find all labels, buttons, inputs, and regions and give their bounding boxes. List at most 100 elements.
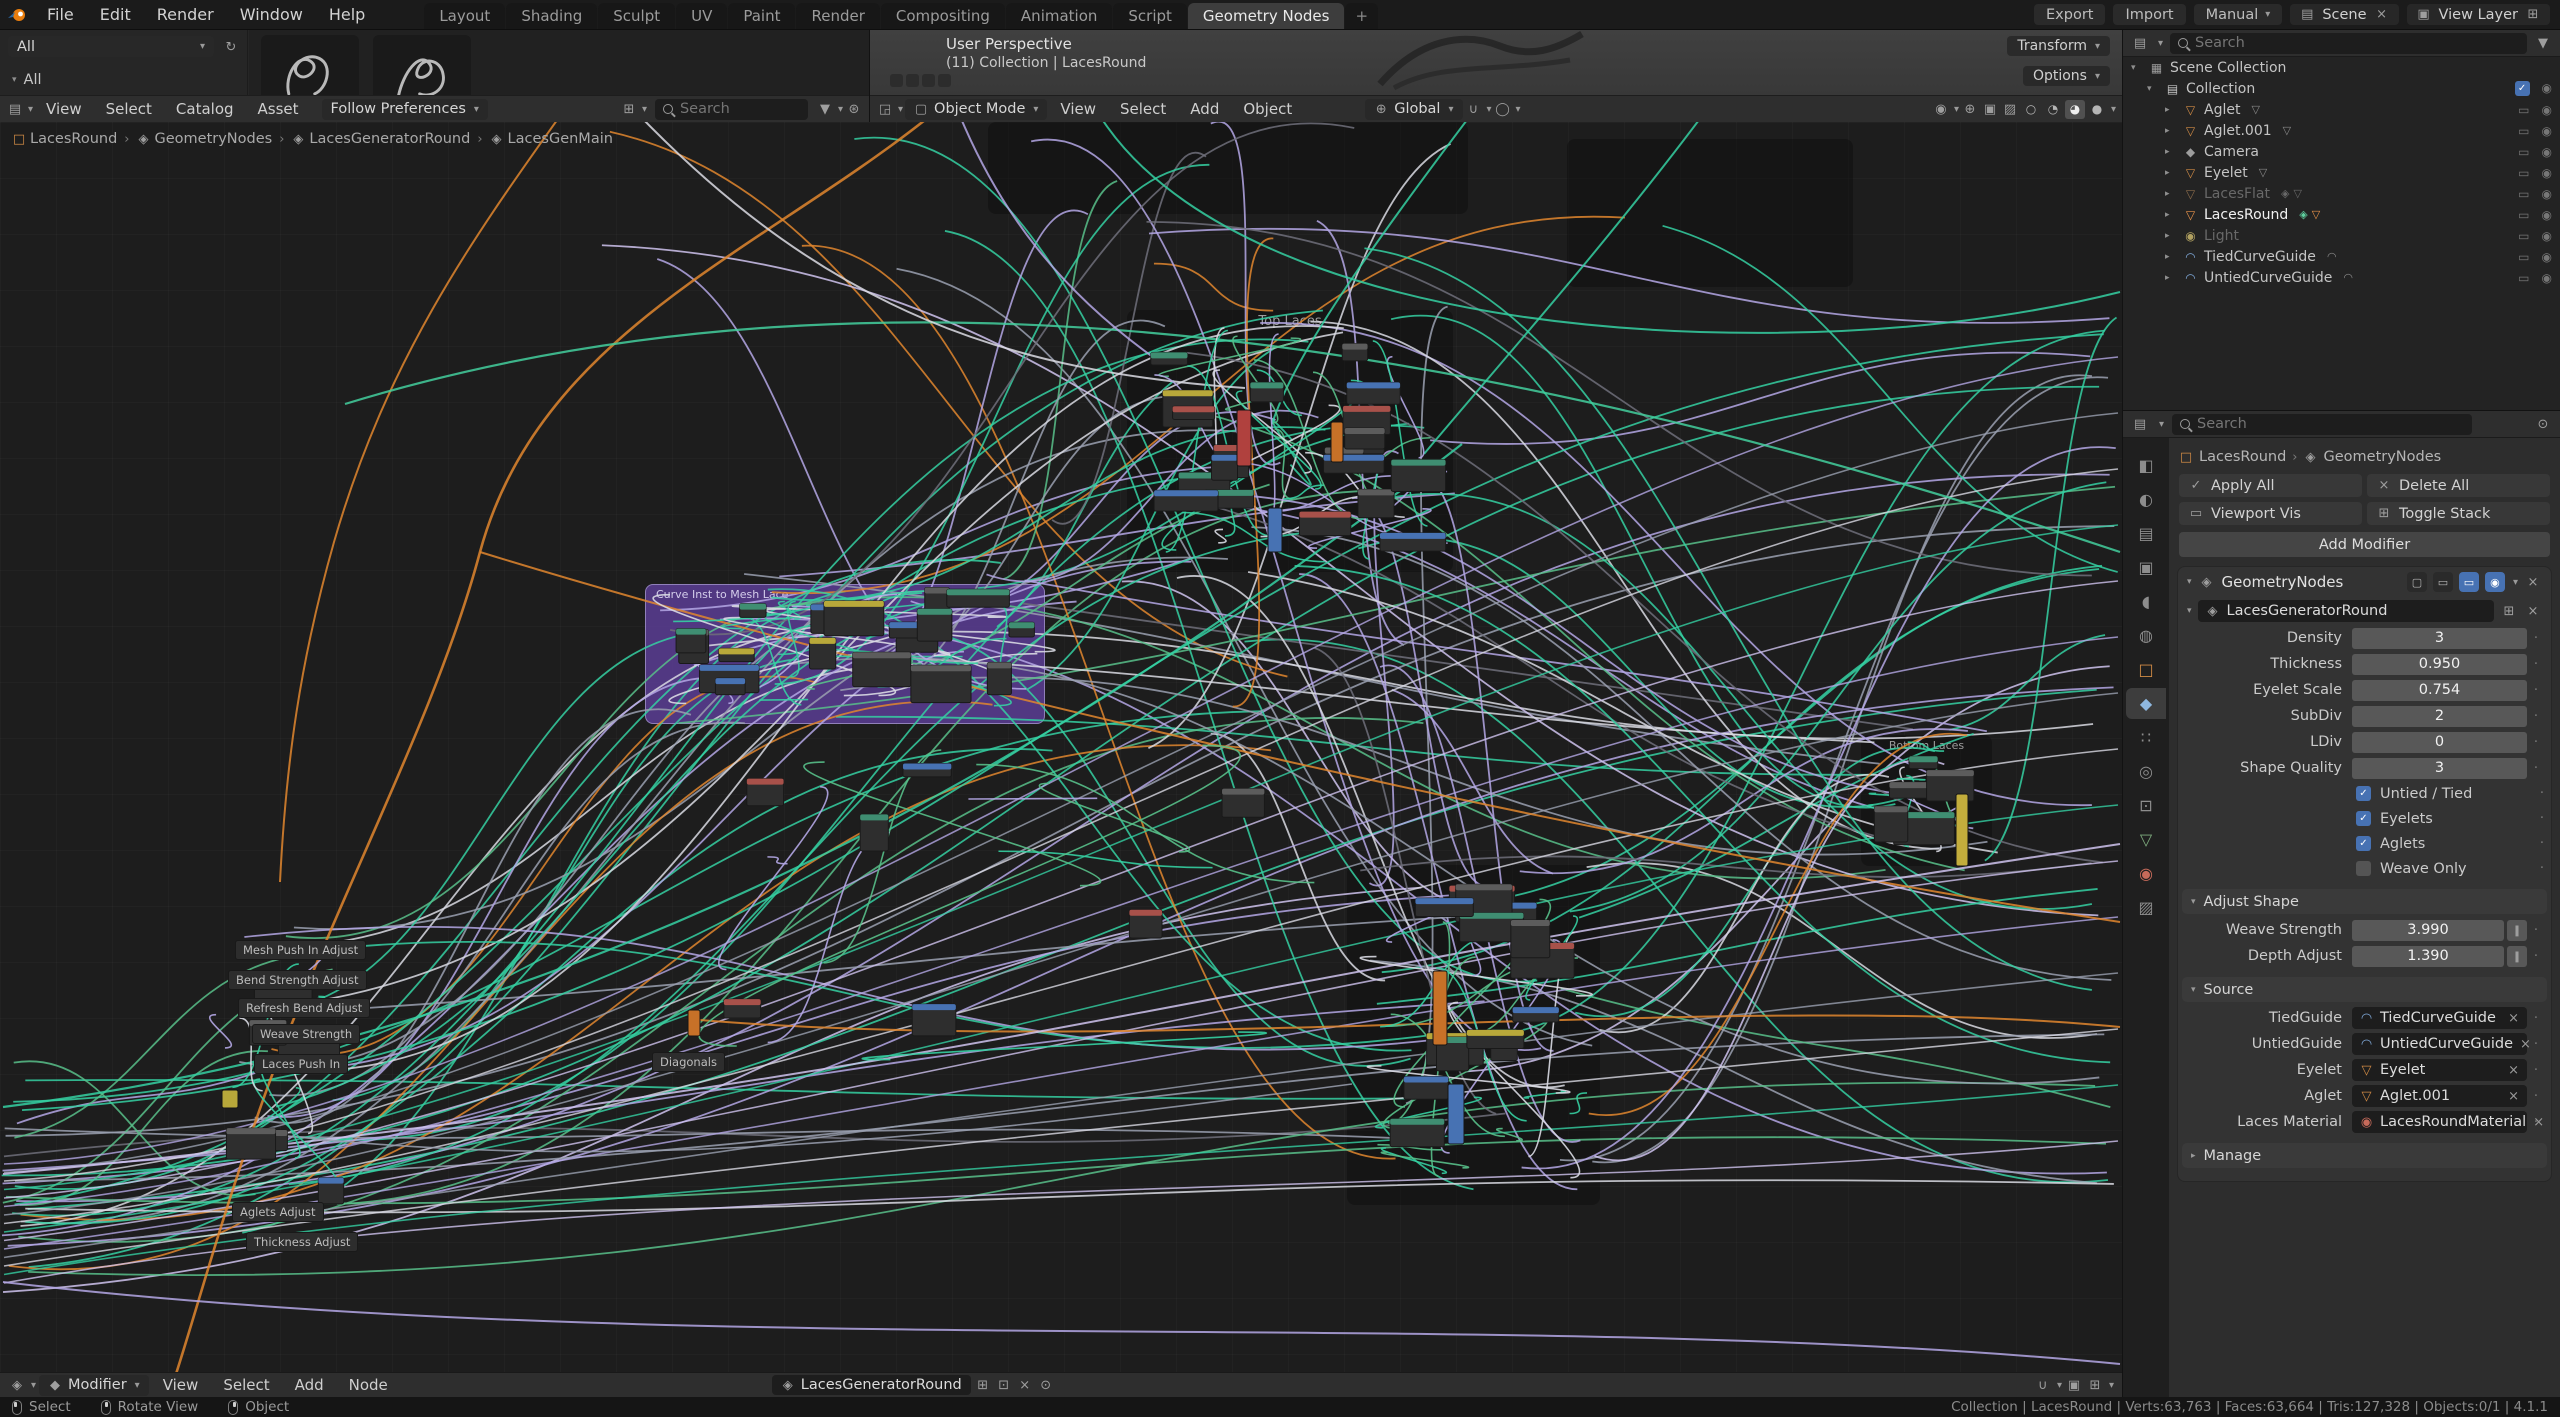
shading-wireframe-icon[interactable]: ○ bbox=[2021, 100, 2041, 119]
unlink-icon[interactable]: × bbox=[2373, 6, 2391, 24]
sidebar-tab-transform[interactable]: Transform▾ bbox=[2007, 36, 2110, 56]
node[interactable]: Thickness Adjust bbox=[246, 1232, 358, 1252]
add-workspace-button[interactable]: + bbox=[1345, 3, 1378, 29]
disclosure-icon[interactable]: ▸ bbox=[2165, 147, 2177, 157]
animate-dot-icon[interactable]: · bbox=[2533, 836, 2551, 851]
value-slider[interactable]: 1.390 bbox=[2352, 946, 2504, 967]
animate-dot-icon[interactable]: · bbox=[2527, 1063, 2545, 1078]
menu-add[interactable]: Add bbox=[1179, 96, 1230, 122]
tab-scene[interactable]: ◖ bbox=[2126, 586, 2166, 617]
value-slider[interactable]: 0.950 bbox=[2352, 654, 2527, 675]
properties-search-input[interactable] bbox=[2197, 416, 2464, 432]
gizmo-icon[interactable]: ⊕ bbox=[1961, 100, 1979, 118]
close-icon[interactable]: × bbox=[2524, 573, 2542, 591]
asset-browser-editor-icon[interactable]: ▤ bbox=[6, 100, 24, 118]
disclosure-icon[interactable]: ▸ bbox=[2165, 189, 2177, 199]
viewport-visibility-icon[interactable]: ▭ bbox=[2518, 166, 2529, 180]
animate-dot-icon[interactable]: · bbox=[2527, 949, 2545, 964]
snap-magnet-icon[interactable]: ∪ bbox=[1465, 100, 1483, 118]
export-button[interactable]: Export bbox=[2034, 4, 2105, 25]
animate-dot-icon[interactable]: · bbox=[2527, 683, 2545, 698]
proportional-edit-icon[interactable]: ◯ bbox=[1494, 100, 1512, 118]
disclosure-icon[interactable]: ▸ bbox=[2165, 231, 2177, 241]
catalog-item-all[interactable]: ▾ All bbox=[12, 72, 42, 88]
menu-window[interactable]: Window bbox=[227, 0, 316, 29]
outliner-row-object[interactable]: ▸ ◠ UntiedCurveGuide ◠ ▭◉ bbox=[2123, 267, 2560, 288]
tab-tool[interactable]: ◧ bbox=[2126, 450, 2166, 481]
unlink-icon[interactable]: × bbox=[2508, 1063, 2519, 1078]
gear-icon[interactable]: ⊛ bbox=[845, 100, 863, 118]
tab-animation[interactable]: Animation bbox=[1006, 3, 1112, 29]
render-visibility-icon[interactable]: ◉ bbox=[2542, 250, 2552, 264]
tab-view-layer[interactable]: ▣ bbox=[2126, 552, 2166, 583]
value-slider[interactable]: 3 bbox=[2352, 628, 2527, 649]
modifier-name[interactable]: GeometryNodes bbox=[2222, 573, 2344, 591]
object-picker[interactable]: ◠ UntiedCurveGuide × bbox=[2352, 1033, 2527, 1055]
viewport-editor-icon[interactable]: ◲ bbox=[876, 100, 894, 118]
tab-uv[interactable]: UV bbox=[676, 3, 727, 29]
edit-mode-toggle[interactable]: ▢ bbox=[2407, 572, 2427, 592]
unlink-icon[interactable]: × bbox=[1016, 1376, 1034, 1394]
value-slider[interactable]: 0.754 bbox=[2352, 680, 2527, 701]
snap-magnet-icon[interactable]: ∪ bbox=[2034, 1376, 2052, 1394]
subpanel-manage[interactable]: ▸ Manage bbox=[2182, 1143, 2547, 1168]
outliner-row-object[interactable]: ▸ ◉ Light ▭◉ bbox=[2123, 225, 2560, 246]
node-group-field[interactable]: ◈ LacesGeneratorRound bbox=[2198, 600, 2494, 622]
viewport-visibility-icon[interactable]: ▭ bbox=[2518, 250, 2529, 264]
node[interactable]: Bend Strength Adjust bbox=[228, 970, 367, 990]
outliner-row-collection[interactable]: ▾ ▤ Collection ✓◉ bbox=[2123, 78, 2560, 99]
viewport-visibility-icon[interactable]: ▭ bbox=[2518, 208, 2529, 222]
render-visibility-icon[interactable]: ◉ bbox=[2542, 208, 2552, 222]
disclosure-icon[interactable]: ▸ bbox=[2165, 168, 2177, 178]
animate-dot-icon[interactable]: · bbox=[2527, 923, 2545, 938]
tab-material[interactable]: ◉ bbox=[2126, 858, 2166, 889]
overlays-icon[interactable]: ▣ bbox=[2065, 1376, 2083, 1394]
animate-dot-icon[interactable]: · bbox=[2527, 1089, 2545, 1104]
disclosure-icon[interactable]: ▾ bbox=[12, 75, 17, 85]
animate-dot-icon[interactable]: · bbox=[2527, 657, 2545, 672]
pin-icon[interactable]: ⊙ bbox=[2534, 415, 2552, 433]
view-layer-selector[interactable]: ▣ View Layer ⊞ bbox=[2407, 4, 2550, 25]
subpanel-source[interactable]: ▾ Source bbox=[2182, 977, 2547, 1002]
menu-edit[interactable]: Edit bbox=[87, 0, 144, 29]
checkbox-checked[interactable]: ✓ bbox=[2356, 811, 2371, 826]
breadcrumb-segment[interactable]: ◈ GeometryNodes bbox=[137, 130, 273, 148]
checkbox-checked[interactable]: ✓ bbox=[2356, 786, 2371, 801]
display-size-icon[interactable]: ⊞ bbox=[620, 100, 638, 118]
outliner-row-object[interactable]: ▸ ▽ Aglet.001 ▽ ▭◉ bbox=[2123, 120, 2560, 141]
tab-paint[interactable]: Paint bbox=[728, 3, 795, 29]
outliner-search[interactable] bbox=[2170, 33, 2527, 54]
scene-selector[interactable]: ▤ Scene × bbox=[2290, 4, 2398, 25]
tab-render[interactable]: ◐ bbox=[2126, 484, 2166, 515]
disclosure-icon[interactable]: ▸ bbox=[2165, 252, 2177, 262]
tab-shading[interactable]: Shading bbox=[506, 3, 597, 29]
render-visibility-icon[interactable]: ◉ bbox=[2542, 103, 2552, 117]
disclosure-icon[interactable]: ▸ bbox=[2165, 105, 2177, 115]
tab-layout[interactable]: Layout bbox=[424, 3, 505, 29]
tab-object[interactable]: □ bbox=[2126, 654, 2166, 685]
outliner-row-scene-collection[interactable]: ▾ ▦ Scene Collection bbox=[2123, 57, 2560, 78]
shield-icon[interactable]: ⊡ bbox=[995, 1376, 1013, 1394]
manual-button[interactable]: Manual▾ bbox=[2194, 4, 2283, 25]
shading-solid-icon[interactable]: ◔ bbox=[2043, 100, 2063, 119]
value-slider[interactable]: 3.990 bbox=[2352, 920, 2504, 941]
pin-icon[interactable]: ⊙ bbox=[1037, 1376, 1055, 1394]
unlink-icon[interactable]: × bbox=[2508, 1011, 2519, 1026]
copy-icon[interactable]: ⊞ bbox=[974, 1376, 992, 1394]
tab-modifiers[interactable]: ◆ bbox=[2126, 688, 2166, 719]
delete-all-button[interactable]: ×Delete All bbox=[2367, 474, 2550, 497]
toggle-stack-button[interactable]: ⊞Toggle Stack bbox=[2367, 502, 2550, 525]
outliner-row-object[interactable]: ▸ ▽ Eyelet ▽ ▭◉ bbox=[2123, 162, 2560, 183]
render-visibility-icon[interactable]: ◉ bbox=[2542, 145, 2552, 159]
animate-dot-icon[interactable]: · bbox=[2527, 735, 2545, 750]
tab-world[interactable]: ◍ bbox=[2126, 620, 2166, 651]
animate-dot-icon[interactable]: · bbox=[2527, 709, 2545, 724]
tab-render[interactable]: Render bbox=[796, 3, 879, 29]
menu-help[interactable]: Help bbox=[316, 0, 378, 29]
shading-rendered-icon[interactable]: ● bbox=[2087, 100, 2107, 119]
asset-search-input[interactable] bbox=[680, 101, 800, 117]
disclosure-icon[interactable]: ▾ bbox=[2187, 577, 2192, 587]
driver-icon[interactable]: ∥ bbox=[2507, 920, 2527, 941]
import-button[interactable]: Import bbox=[2113, 4, 2185, 25]
exclude-checkbox[interactable]: ✓ bbox=[2515, 81, 2530, 96]
